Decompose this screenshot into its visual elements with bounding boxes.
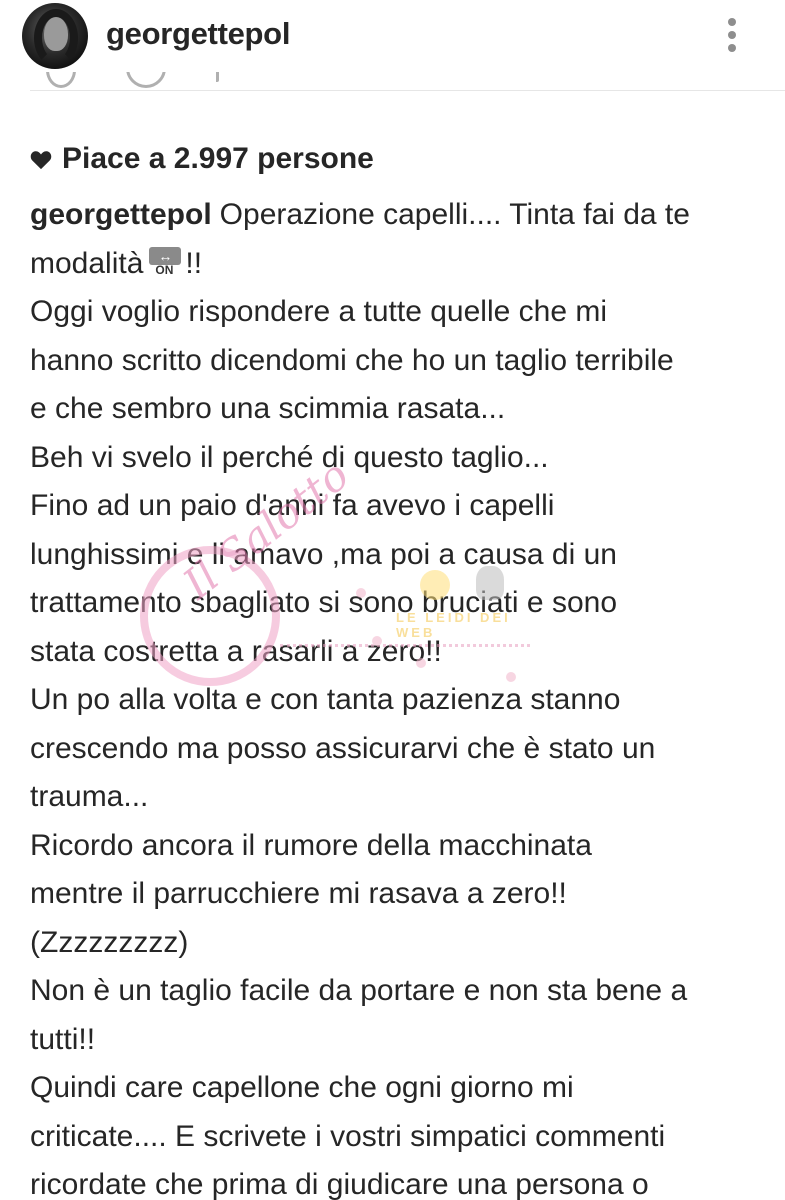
more-dot <box>728 18 736 26</box>
avatar[interactable] <box>22 3 88 69</box>
caption-line: hanno scritto dicendomi che ho un taglio… <box>30 343 674 377</box>
heart-icon <box>30 151 52 170</box>
caption-line: modalità ↔ ON!! <box>30 240 770 289</box>
three-dots-vertical-icon[interactable] <box>720 16 746 56</box>
caption-line: trauma... <box>30 780 149 813</box>
caption-line: tutti!! <box>30 1022 96 1056</box>
comment-icon[interactable] <box>126 72 166 88</box>
caption-text: !! <box>185 246 203 280</box>
caption-line: Fino ad un paio d'anni fa avevo i capell… <box>30 489 555 522</box>
caption-line: stata costretta a rasarli a zero!! <box>30 634 442 668</box>
caption-line: Un po alla volta e con tanta pazienza st… <box>30 683 621 716</box>
caption-author[interactable]: georgettepol <box>30 198 212 231</box>
caption-line: crescendo ma posso assicurarvi che è sta… <box>30 731 656 765</box>
caption-text: Operazione capelli.... Tinta fai da te <box>219 198 690 231</box>
caption-line: Ricordo ancora il rumore della macchinat… <box>30 828 592 862</box>
post-caption: georgettepol Operazione capelli.... Tinta… <box>30 191 770 1200</box>
post-username[interactable]: georgettepol <box>106 16 290 52</box>
more-dot <box>728 44 736 52</box>
caption-line: Oggi voglio rispondere a tutte quelle ch… <box>30 295 608 328</box>
avatar-face <box>44 17 68 51</box>
caption-line: Quindi care capellone che ogni giorno mi <box>30 1071 574 1104</box>
caption-line: georgettepol Operazione capelli.... Tinta… <box>30 191 770 240</box>
caption-line: criticate.... E scrivete i vostri simpat… <box>30 1119 666 1153</box>
caption-line: e che sembro una scimmia rasata... <box>30 392 506 425</box>
heart-outline-icon[interactable] <box>46 72 76 88</box>
caption-line: Beh vi svelo il perché di questo taglio.… <box>30 440 549 474</box>
likes-count: Piace a 2.997 persone <box>62 142 374 175</box>
on-arrow-emoji: ↔ ON <box>149 246 182 277</box>
instagram-post-screen: georgettepol Piace a 2.997 persone georg… <box>0 0 785 1200</box>
caption-line: Non è un taglio facile da portare e non … <box>30 974 688 1007</box>
caption-line: lunghissimi e li amavo ,ma poi a causa d… <box>30 537 617 571</box>
caption-line: trattamento sbagliato si sono bruciati e… <box>30 586 618 619</box>
likes-row[interactable]: Piace a 2.997 persone <box>30 142 374 176</box>
caption-line: mentre il parrucchiere mi rasava a zero!… <box>30 877 567 910</box>
more-dot <box>728 31 736 39</box>
caption-line: (Zzzzzzzzz) <box>30 925 189 959</box>
post-header: georgettepol <box>0 0 785 70</box>
on-label: ON <box>155 262 174 277</box>
caption-text: modalità <box>30 246 144 280</box>
caption-line: ricordate che prima di giudicare una per… <box>30 1168 649 1200</box>
share-icon[interactable] <box>208 72 219 82</box>
divider <box>30 90 785 91</box>
